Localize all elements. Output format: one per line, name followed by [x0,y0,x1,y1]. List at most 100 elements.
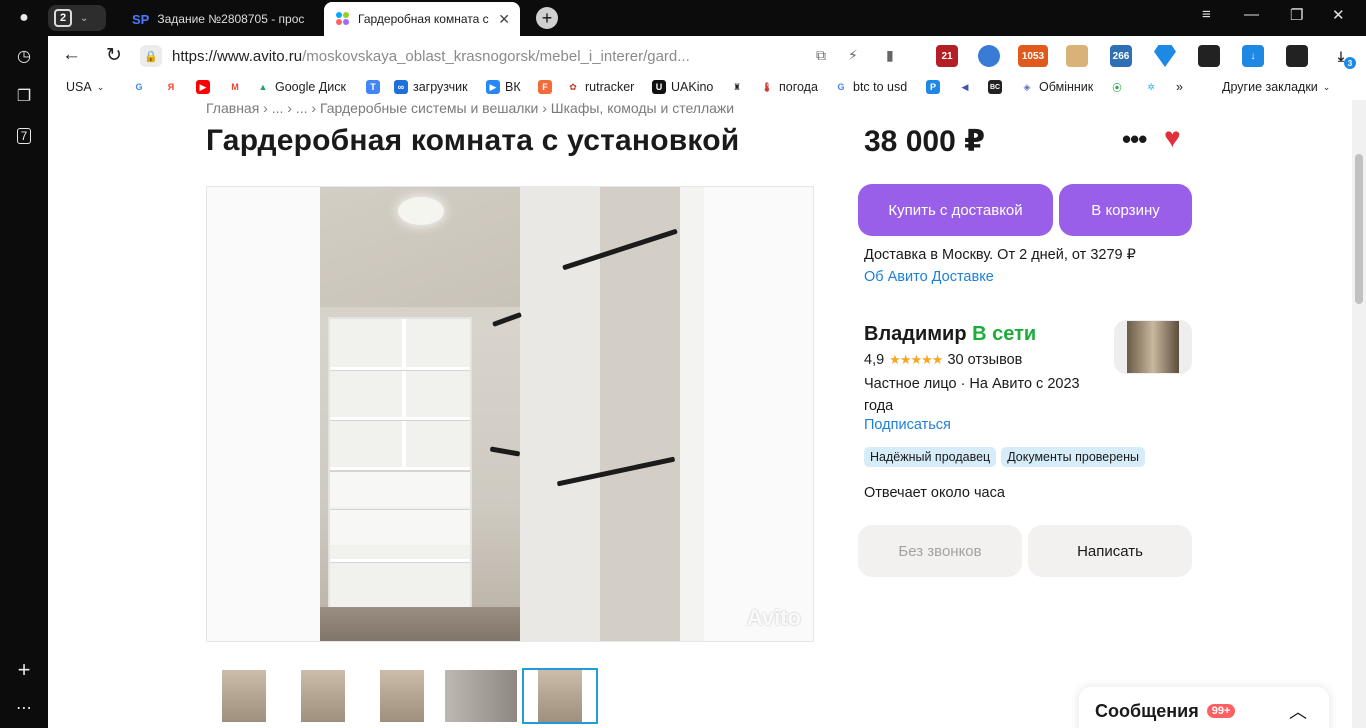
calendar-icon[interactable]: 7 [10,122,38,150]
sp-favicon-icon: SP [132,11,150,27]
write-message-button[interactable]: Написать [1028,525,1192,577]
extension-7-icon[interactable] [1198,45,1220,67]
thumbnail-image [301,670,345,722]
delivery-link[interactable]: Об Авито Доставке [864,269,994,285]
seller-rating[interactable]: 4,9 ★★★★★ 30 отзывов [864,352,1022,368]
no-sync-icon[interactable]: ⚡ [848,47,858,64]
bookmark-icon[interactable]: ▮ [886,47,894,64]
downloads-icon[interactable]: ⤓ 3 [1330,45,1356,69]
new-tab-button[interactable]: + [536,7,558,29]
copy-link-icon[interactable]: ⧉ [816,47,826,64]
bookmark-google-drive[interactable]: ▲ Google Диск [256,80,346,94]
chevron-down-icon: ⌄ [96,81,105,92]
extension-1-icon[interactable]: 21 [936,45,958,67]
wardrobe-panel [520,187,600,641]
more-options-icon[interactable]: ••• [1122,124,1147,155]
tab-task[interactable]: SP Задание №2808705 - прос [120,2,320,36]
bookmark-gmail[interactable]: M [228,80,242,94]
add-to-cart-button[interactable]: В корзину [1059,184,1192,236]
profile-icon[interactable]: ● [10,4,38,32]
drawer [330,509,470,545]
thumbnail-image [222,670,266,722]
bookmark-f[interactable]: F [538,80,552,94]
wardrobe-edge [680,187,704,641]
breadcrumb[interactable]: Главная › ... › ... › Гардеробные систем… [206,100,734,116]
vk-icon: ▶ [486,80,500,94]
buy-with-delivery-button[interactable]: Купить с доставкой [858,184,1053,236]
seller-name[interactable]: Владимир В сети [864,323,1036,346]
scrollbar[interactable] [1352,100,1366,728]
thumbnail-strip [206,668,606,724]
gmail-icon: M [231,82,239,92]
address-bar[interactable]: 🔒 https://www.avito.ru/moskovskaya_oblas… [140,41,830,71]
thumbnail[interactable] [443,668,519,724]
extension-2-icon[interactable] [978,45,1000,67]
bookmark-google[interactable]: G [132,80,146,94]
menu-icon[interactable]: ≡ [1202,6,1211,23]
documents-verified-badge: Документы проверены [1001,447,1146,467]
close-window-icon[interactable]: ✕ [1332,6,1345,24]
bookmark-btc[interactable]: Gbtc to usd [834,80,907,94]
shelf-unit [328,317,472,613]
bookmark-yandex[interactable]: Я [164,80,178,94]
subscribe-link[interactable]: Подписаться [864,417,951,433]
download-icon[interactable]: ↓ [1242,45,1264,67]
thumbnail-selected[interactable] [522,668,598,724]
bookmark-usa[interactable]: USA ⌄ [66,80,104,94]
bookmark-translate[interactable]: T [366,80,380,94]
thumbnail-image [538,670,582,722]
seller-avatar[interactable] [1114,320,1192,374]
other-bookmarks[interactable]: Другие закладки ⌄ [1222,80,1330,94]
tab-counter[interactable]: 2 ⌄ [48,5,106,31]
thermometer-icon: 🌡 [761,81,773,92]
restore-icon[interactable]: ❐ [1290,6,1303,24]
bookmark-chess[interactable]: ♜ [730,80,744,94]
downloads-badge: 3 [1344,57,1356,69]
asterisk-icon: ✲ [1147,81,1155,92]
bookmark-star[interactable]: ✲ [1144,80,1158,94]
bookmark-exchanger[interactable]: ◈ Обмінник [1020,80,1094,94]
bookmark-vk[interactable]: ▶ ВК [486,80,521,94]
chevron-up-icon[interactable]: ︿ [1289,698,1307,724]
bookmark-p[interactable]: P [926,80,940,94]
minimize-icon[interactable]: — [1244,6,1259,23]
bookmark-label: загрузчик [413,80,468,94]
diamond-extension-icon[interactable] [1154,45,1176,67]
photo-gallery[interactable]: Avito [206,186,814,642]
tab-count-badge: 2 [54,9,72,27]
bookmarks-overflow-icon[interactable]: » [1176,80,1183,94]
favorite-heart-icon[interactable]: ♥ [1164,122,1181,154]
close-tab-icon[interactable]: ✕ [498,11,510,28]
thumbnail[interactable] [364,668,440,724]
thumbnail[interactable] [285,668,361,724]
back-icon[interactable]: ← [62,44,81,66]
bookmark-label: Обмінник [1039,80,1094,94]
bookmark-label: Другие закладки [1222,80,1318,94]
chess-icon: ♜ [732,81,742,92]
lock-icon[interactable]: 🔒 [140,45,162,67]
reload-icon[interactable]: ↻ [106,44,122,67]
bookmark-downloader[interactable]: ∞ загрузчик [394,80,468,94]
bookmark-uakino[interactable]: U UAKino [652,80,713,94]
extension-9-icon[interactable] [1286,45,1308,67]
add-panel-icon[interactable]: + [10,656,38,684]
bookmark-weather[interactable]: 🌡 погода [760,80,818,94]
bookmark-rutracker[interactable]: ✿ rutracker [566,80,634,94]
scrollbar-thumb[interactable] [1355,154,1363,304]
tab-avito[interactable]: Гардеробная комната с ✕ [324,2,520,36]
messages-widget[interactable]: Сообщения 99+ ︿ [1079,687,1329,728]
bookmark-youtube[interactable]: ▶ [196,80,210,94]
messages-label: Сообщения [1095,700,1199,721]
thumbnail[interactable] [206,668,282,724]
extension-4-icon[interactable] [1066,45,1088,67]
extension-3-icon[interactable]: 1053 [1018,45,1048,67]
address-toolbar: ← ↻ 🔒 https://www.avito.ru/moskovskaya_o… [48,36,1366,76]
bookmark-bc[interactable]: BC [988,80,1002,94]
collections-icon[interactable]: ❐ [10,82,38,110]
bookmark-arrow[interactable]: ◀ [958,80,972,94]
history-icon[interactable]: ◷ [10,42,38,70]
page-content: Главная › ... › ... › Гардеробные систем… [48,100,1366,728]
extension-5-icon[interactable]: 266 [1110,45,1132,67]
more-icon[interactable]: ⋯ [10,694,38,722]
bookmark-maps[interactable]: ⦿ [1110,80,1124,94]
